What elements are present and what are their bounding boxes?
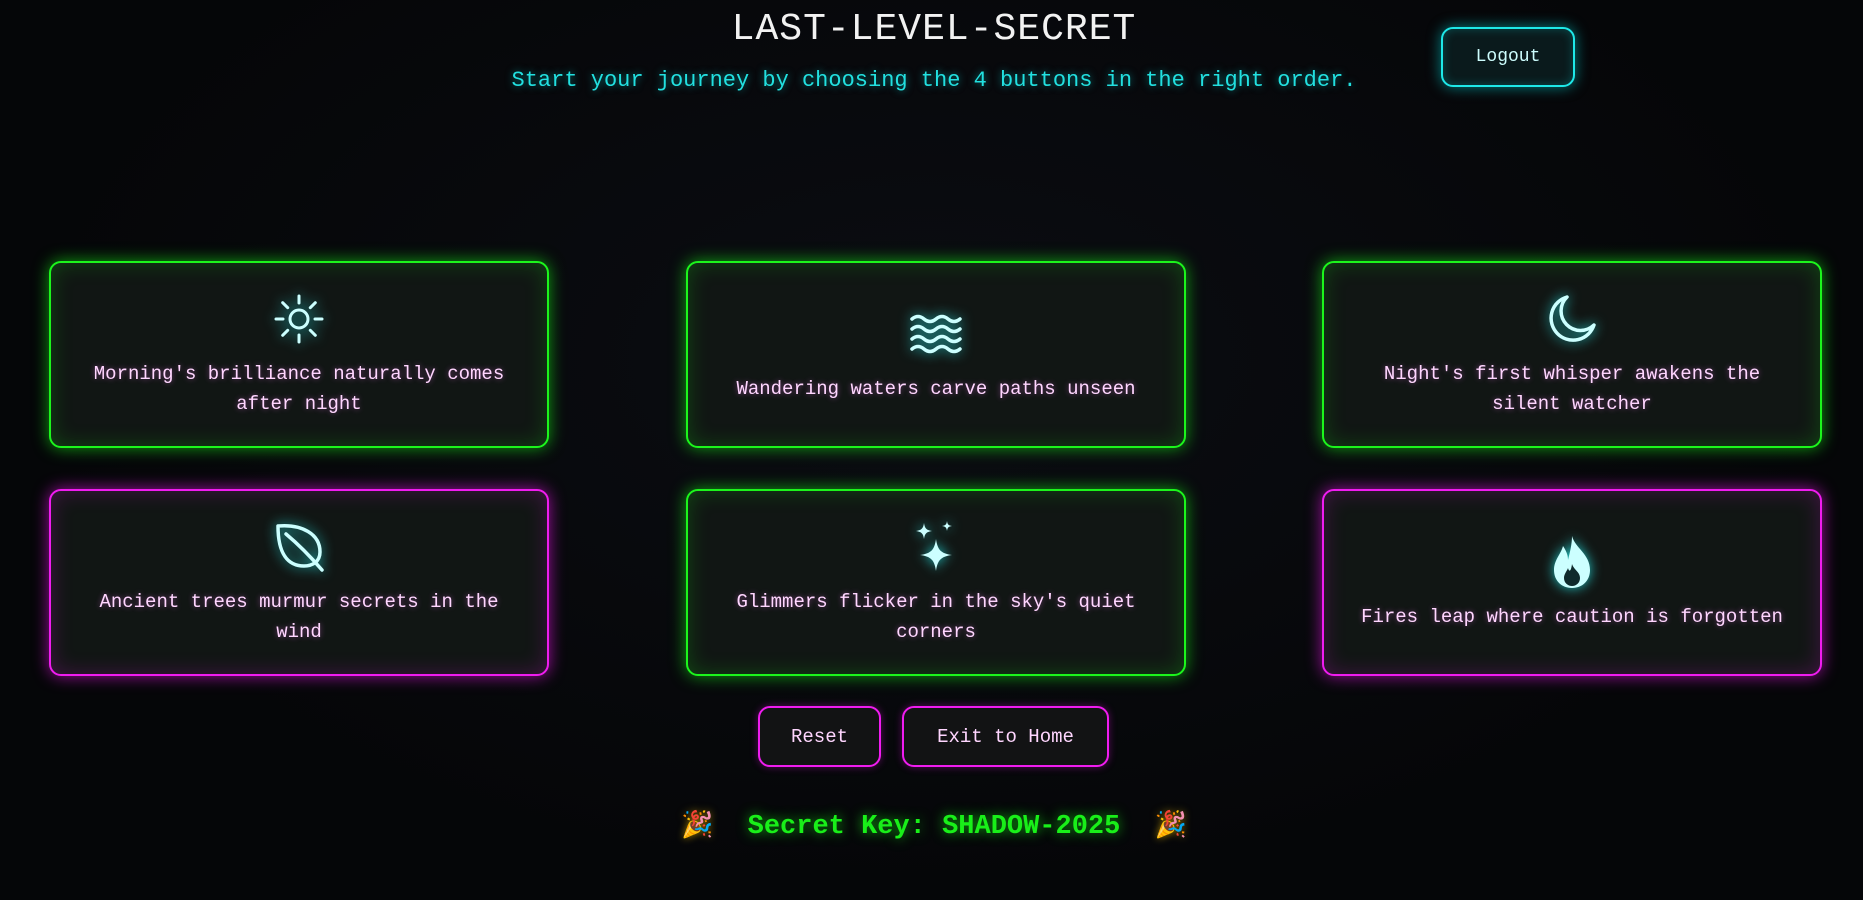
sparkles-icon [908, 519, 964, 575]
card-moon[interactable]: Night's first whisper awakens the silent… [1322, 261, 1822, 448]
logout-button[interactable]: Logout [1441, 27, 1575, 87]
exit-to-home-button[interactable]: Exit to Home [902, 706, 1109, 767]
card-text: Fires leap where caution is forgotten [1361, 605, 1783, 628]
card-leaf[interactable]: Ancient trees murmur secrets in the wind [49, 489, 549, 676]
card-text: Ancient trees murmur secrets in the wind [99, 590, 499, 643]
card-text: Night's first whisper awakens the silent… [1383, 362, 1761, 415]
card-sun[interactable]: Morning's brilliance naturally comes aft… [49, 261, 549, 448]
reset-button[interactable]: Reset [758, 706, 881, 767]
instructions-subtitle: Start your journey by choosing the 4 but… [511, 68, 1357, 93]
leaf-icon [271, 519, 327, 575]
secret-key-banner: 🎉 Secret Key: SHADOW-2025 🎉 [0, 810, 1863, 842]
card-text: Morning's brilliance naturally comes aft… [93, 362, 505, 415]
card-text: Glimmers flicker in the sky's quiet corn… [736, 590, 1136, 643]
party-popper-icon: 🎉 [681, 811, 714, 841]
card-text: Wandering waters carve paths unseen [736, 377, 1136, 400]
flame-icon [1544, 534, 1600, 590]
party-popper-icon: 🎉 [1154, 811, 1187, 841]
moon-icon [1544, 291, 1600, 347]
waves-icon [908, 306, 964, 362]
sun-icon [271, 291, 327, 347]
card-sparkles[interactable]: Glimmers flicker in the sky's quiet corn… [686, 489, 1186, 676]
card-waves[interactable]: Wandering waters carve paths unseen [686, 261, 1186, 448]
card-flame[interactable]: Fires leap where caution is forgotten [1322, 489, 1822, 676]
page-title: LAST-LEVEL-SECRET [731, 8, 1137, 51]
secret-key-text: Secret Key: SHADOW-2025 [747, 812, 1121, 842]
